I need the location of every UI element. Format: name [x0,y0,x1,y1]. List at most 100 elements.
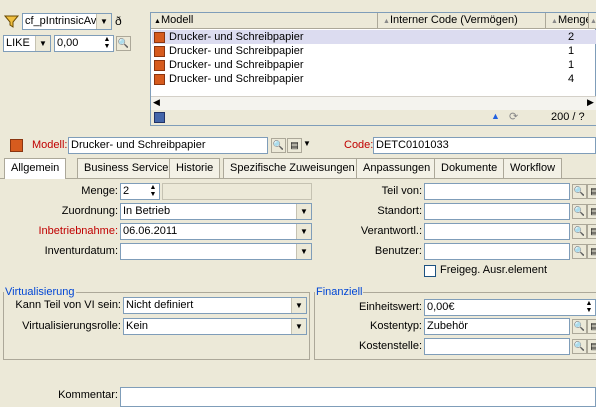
details-icon[interactable]: ▤ [587,319,596,334]
model-doc-icon [10,139,23,152]
details-icon[interactable]: ▤ [587,244,596,259]
details-icon[interactable]: ▤ [587,339,596,354]
document-icon [154,59,165,71]
tab-business-services[interactable]: Business Services [77,158,181,178]
zuordnung-value: In Betrieb [123,205,171,217]
filter-value-input[interactable]: 0,00 ▲ ▼ [54,35,114,52]
table-cell: Drucker- und Schreibpapier [169,73,304,85]
column-label: Modell [160,14,194,26]
kostentyp-field[interactable]: Zubehör [424,318,570,335]
kostenstelle-field[interactable] [424,338,570,355]
freigeg-label: Freigeg. Ausr.element [440,264,548,276]
table-cell: Drucker- und Schreibpapier [169,59,304,71]
column-header-modell[interactable]: ▲Modell [151,13,378,28]
tab-allgemein[interactable]: Allgemein [4,158,67,179]
chevron-down-icon: ▼ [296,224,311,239]
tab-workflow[interactable]: Workflow [503,158,563,178]
filter-icon[interactable] [3,14,20,28]
details-icon[interactable]: ▤ [587,204,596,219]
spin-icon[interactable]: ▲ ▼ [147,184,159,199]
tab-label: Allgemein [11,162,60,174]
search-icon[interactable]: 🔍 [572,224,587,239]
details-icon[interactable]: ▤ [287,138,302,153]
chevron-down-icon: ▼ [296,244,311,259]
record-count: 200 / ? [551,111,585,123]
grid-header: ▲Modell ▲Interner Code (Vermögen) ▲Menge… [151,13,596,29]
inbetriebnahme-input[interactable]: 06.06.2011 ▼ [120,223,312,240]
clear-filter-icon[interactable]: ð [115,13,129,29]
kann-teil-value: Nicht definiert [126,299,194,311]
warning-icon: ▲ [491,111,500,121]
search-icon[interactable]: 🔍 [572,339,587,354]
table-cell: 1 [568,59,575,71]
calculator-icon[interactable] [154,112,165,123]
zuordnung-select[interactable]: In Betrieb ▼ [120,203,312,220]
table-row[interactable]: Drucker- und Schreibpapier 4 [152,72,596,86]
zuordnung-label: Zuordnung: [61,205,118,217]
operator-value: LIKE [6,37,30,49]
table-cell: Drucker- und Schreibpapier [169,31,304,43]
inventurdatum-input[interactable]: ▼ [120,243,312,260]
scroll-left-icon[interactable]: ◀ [153,97,160,108]
table-cell: 1 [568,45,575,57]
verantwortl-field[interactable] [424,223,570,240]
tab-bar-line [0,178,596,179]
kann-teil-label: Kann Teil von VI sein: [15,299,121,311]
table-cell: Drucker- und Schreibpapier [169,45,304,57]
menge-input[interactable]: 2 ▲ ▼ [120,183,160,200]
spin-icon[interactable]: ▲ ▼ [583,300,595,315]
standort-label: Standort: [377,205,422,217]
search-icon[interactable]: 🔍 [116,36,131,51]
kommentar-textarea[interactable] [120,387,596,407]
refresh-icon[interactable]: ⟳ [509,110,518,123]
inbetriebnahme-label: Inbetriebnahme: [38,225,119,237]
kostentyp-value: Zubehör [427,320,468,332]
document-icon [154,45,165,57]
table-row[interactable]: Drucker- und Schreibpapier 2 [152,30,596,44]
spin-icon[interactable]: ▲ ▼ [101,36,113,51]
standort-field[interactable] [424,203,570,220]
chevron-down-icon[interactable]: ▼ [303,139,311,148]
teilvon-field[interactable] [424,183,570,200]
freigeg-checkbox[interactable] [424,265,436,277]
search-icon[interactable]: 🔍 [572,244,587,259]
column-header-code[interactable]: ▲Interner Code (Vermögen) [379,13,546,28]
search-icon[interactable]: 🔍 [271,138,286,153]
table-row[interactable]: Drucker- und Schreibpapier 1 [152,58,596,72]
modell-field[interactable]: Drucker- und Schreibpapier [68,137,268,154]
tab-label: Business Services [84,162,174,174]
tab-dokumente[interactable]: Dokumente [434,158,505,178]
search-icon[interactable]: 🔍 [572,184,587,199]
kann-teil-select[interactable]: Nicht definiert ▼ [123,297,307,314]
grid-status-bar: ▲ ⟳ 200 / ? [151,110,596,125]
tab-label: Historie [176,162,214,174]
tab-anpassungen[interactable]: Anpassungen [356,158,438,178]
einheitswert-input[interactable]: 0,00€ ▲ ▼ [424,299,596,316]
details-icon[interactable]: ▤ [587,224,596,239]
operator-select[interactable]: LIKE ▼ [3,35,51,52]
code-field[interactable]: DETC0101033 [373,137,596,154]
virtualisierungsrolle-select[interactable]: Kein ▼ [123,318,307,335]
column-header-menge[interactable]: ▲Menge [547,13,589,28]
tab-label: Dokumente [441,162,498,174]
details-icon[interactable]: ▤ [587,184,596,199]
tab-label: Workflow [510,162,556,174]
search-icon[interactable]: 🔍 [572,319,587,334]
table-row[interactable]: Drucker- und Schreibpapier 1 [152,44,596,58]
benutzer-field[interactable] [424,243,570,260]
verantwortl-label: Verantwortl.: [360,225,422,237]
kostenstelle-label: Kostenstelle: [359,340,422,352]
menge-label: Menge: [81,185,118,197]
document-icon [154,73,165,85]
tab-spezifische-zuweisungen[interactable]: Spezifische Zuweisungen [223,158,362,178]
tab-historie[interactable]: Historie [169,158,221,178]
search-icon[interactable]: 🔍 [572,204,587,219]
horizontal-scrollbar[interactable]: ◀ ▶ [151,96,596,110]
column-header-sy[interactable]: ▲ [590,13,596,28]
scroll-right-icon[interactable]: ▶ [587,97,594,108]
virtualisierungsrolle-value: Kein [126,320,149,332]
document-icon [154,31,165,43]
code-label: Code: [344,139,374,151]
filter-field-select[interactable]: cf_pIntrinsicAva ▼ [22,13,112,30]
filter-value-text: 0,00 [57,37,79,49]
